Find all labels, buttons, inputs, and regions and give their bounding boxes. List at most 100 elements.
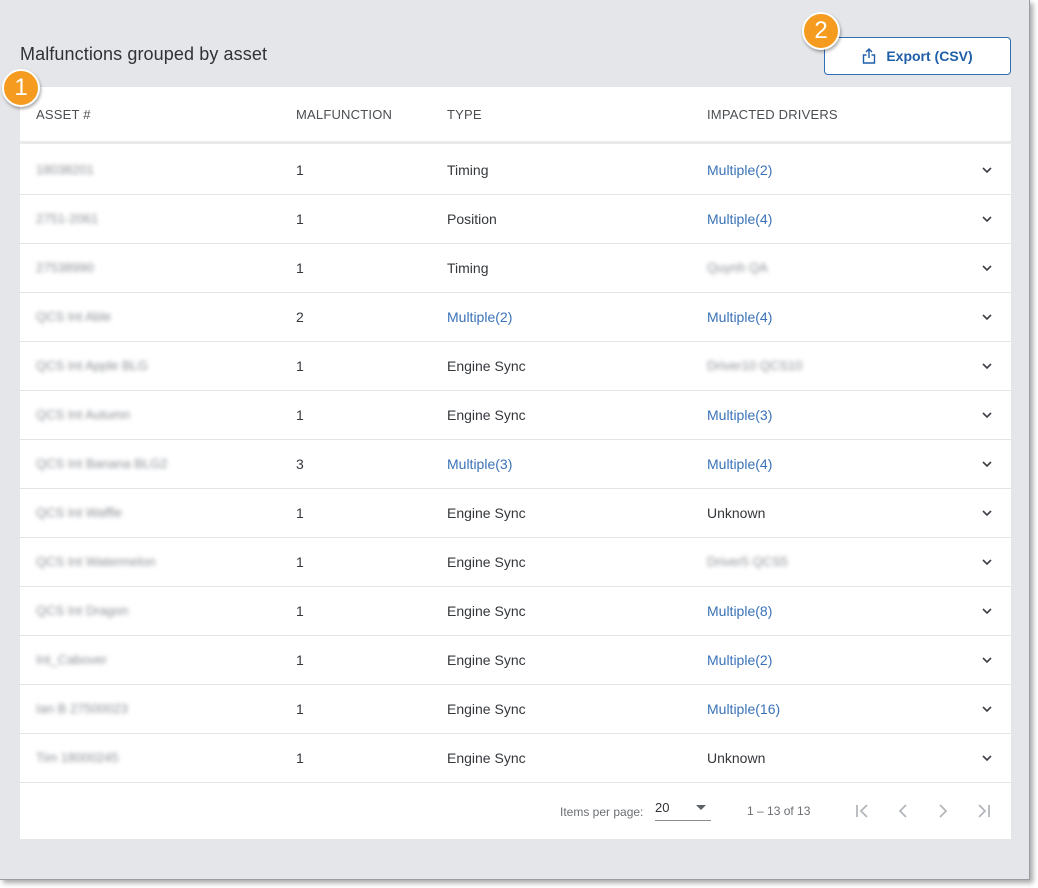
chevron-down-icon[interactable]: [981, 360, 993, 372]
items-per-page-value: 20: [655, 800, 670, 815]
first-page-icon[interactable]: [854, 802, 872, 820]
table-row[interactable]: QCS Int Waffle 1 Engine Sync Unknown: [20, 489, 1011, 538]
dropdown-caret-icon: [696, 805, 706, 810]
type-cell: Timing: [447, 260, 489, 276]
callout-badge-2: 2: [802, 12, 840, 50]
drivers-multiple-link[interactable]: Multiple(2): [707, 652, 772, 668]
drivers-multiple-link[interactable]: Multiple(8): [707, 603, 772, 619]
asset-id-cell: QCS Int Autumn: [36, 407, 130, 422]
drivers-cell: Unknown: [707, 505, 766, 521]
type-cell: Engine Sync: [447, 554, 526, 570]
export-icon: [863, 48, 876, 64]
asset-id-cell: QCS Int Watermelon: [36, 554, 156, 569]
header-impacted-drivers[interactable]: IMPACTED DRIVERS: [707, 107, 838, 122]
chevron-down-icon[interactable]: [981, 752, 993, 764]
asset-id-cell: 27538990: [36, 260, 94, 275]
asset-id-cell: Tim 18000245: [36, 750, 119, 765]
asset-id-cell: QCS Int Able: [36, 309, 112, 324]
chevron-down-icon[interactable]: [981, 409, 993, 421]
table-row[interactable]: QCS Int Banana BLG2 3 Multiple(3) Multiple(…: [20, 440, 1011, 489]
table-row[interactable]: 18038201 1 Timing Multiple(2): [20, 146, 1011, 195]
malfunction-count-cell: 1: [296, 652, 304, 668]
drivers-multiple-link[interactable]: Multiple(4): [707, 211, 772, 227]
table-row[interactable]: Int_Cabover 1 Engine Sync Multiple(2): [20, 636, 1011, 685]
drivers-multiple-link[interactable]: Multiple(4): [707, 309, 772, 325]
table-row[interactable]: QCS Int Apple BLG 1 Engine Sync Driver10 QC…: [20, 342, 1011, 391]
asset-id-cell: QCS Int Dragon: [36, 603, 129, 618]
drivers-cell: Unknown: [707, 750, 766, 766]
asset-id-cell: QCS Int Waffle: [36, 505, 122, 520]
export-csv-button[interactable]: Export (CSV): [824, 37, 1011, 75]
asset-id-cell: 18038201: [36, 162, 94, 177]
malfunction-count-cell: 1: [296, 358, 304, 374]
malfunction-count-cell: 1: [296, 407, 304, 423]
chevron-down-icon[interactable]: [981, 556, 993, 568]
last-page-icon[interactable]: [974, 802, 992, 820]
malfunction-count-cell: 1: [296, 211, 304, 227]
type-cell: Timing: [447, 162, 489, 178]
drivers-cell: Driver5 QCS5: [707, 554, 788, 569]
pagination-range: 1 – 13 of 13: [747, 804, 811, 818]
table-row[interactable]: QCS Int Dragon 1 Engine Sync Multiple(8): [20, 587, 1011, 636]
next-page-icon[interactable]: [934, 802, 952, 820]
drivers-multiple-link[interactable]: Multiple(3): [707, 407, 772, 423]
table-row[interactable]: 27538990 1 Timing Quynh QA: [20, 244, 1011, 293]
type-multiple-link[interactable]: Multiple(3): [447, 456, 512, 472]
malfunction-count-cell: 1: [296, 603, 304, 619]
table-row[interactable]: Tim 18000245 1 Engine Sync Unknown: [20, 734, 1011, 783]
chevron-down-icon[interactable]: [981, 605, 993, 617]
chevron-down-icon[interactable]: [981, 213, 993, 225]
table-row[interactable]: Ian B 27500023 1 Engine Sync Multiple(16): [20, 685, 1011, 734]
type-cell: Engine Sync: [447, 358, 526, 374]
header-asset[interactable]: ASSET #: [36, 107, 91, 122]
type-cell: Engine Sync: [447, 750, 526, 766]
chevron-down-icon[interactable]: [981, 458, 993, 470]
drivers-multiple-link[interactable]: Multiple(2): [707, 162, 772, 178]
drivers-cell: Driver10 QCS10: [707, 358, 803, 373]
chevron-down-icon[interactable]: [981, 311, 993, 323]
drivers-multiple-link[interactable]: Multiple(16): [707, 701, 780, 717]
malfunction-count-cell: 1: [296, 701, 304, 717]
app-frame: Malfunctions grouped by asset Export (CS…: [0, 0, 1030, 880]
asset-id-cell: Int_Cabover: [36, 652, 107, 667]
asset-id-cell: 2751-2061: [36, 211, 99, 226]
type-multiple-link[interactable]: Multiple(2): [447, 309, 512, 325]
callout-badge-1: 1: [2, 69, 40, 107]
chevron-down-icon[interactable]: [981, 654, 993, 666]
asset-id-cell: QCS Int Banana BLG2: [36, 456, 168, 471]
drivers-cell: Quynh QA: [707, 260, 768, 275]
items-per-page-label: Items per page:: [560, 805, 644, 819]
type-cell: Engine Sync: [447, 505, 526, 521]
table-row[interactable]: QCS Int Autumn 1 Engine Sync Multiple(3): [20, 391, 1011, 440]
malfunction-count-cell: 3: [296, 456, 304, 472]
header-malfunction[interactable]: MALFUNCTION: [296, 107, 392, 122]
type-cell: Engine Sync: [447, 652, 526, 668]
pagination: Items per page: 20 1 – 13 of 13: [20, 783, 1011, 839]
chevron-down-icon[interactable]: [981, 507, 993, 519]
chevron-down-icon[interactable]: [981, 703, 993, 715]
prev-page-icon[interactable]: [894, 802, 912, 820]
malfunction-count-cell: 1: [296, 162, 304, 178]
page-title: Malfunctions grouped by asset: [20, 44, 268, 64]
chevron-down-icon[interactable]: [981, 164, 993, 176]
table-row[interactable]: 2751-2061 1 Position Multiple(4): [20, 195, 1011, 244]
asset-id-cell: QCS Int Apple BLG: [36, 358, 149, 373]
table-row[interactable]: QCS Int Able 2 Multiple(2) Multiple(4): [20, 293, 1011, 342]
type-cell: Engine Sync: [447, 407, 526, 423]
items-per-page-select[interactable]: 20: [655, 798, 711, 821]
malfunctions-table: ASSET # MALFUNCTION TYPE IMPACTED DRIVER…: [20, 87, 1011, 839]
chevron-down-icon[interactable]: [981, 262, 993, 274]
type-cell: Position: [447, 211, 497, 227]
table-row[interactable]: QCS Int Watermelon 1 Engine Sync Driver5 QC…: [20, 538, 1011, 587]
export-button-label: Export (CSV): [886, 48, 973, 64]
malfunction-count-cell: 1: [296, 505, 304, 521]
type-cell: Engine Sync: [447, 603, 526, 619]
malfunction-count-cell: 1: [296, 260, 304, 276]
malfunction-count-cell: 1: [296, 554, 304, 570]
type-cell: Engine Sync: [447, 701, 526, 717]
asset-id-cell: Ian B 27500023: [36, 701, 128, 716]
drivers-multiple-link[interactable]: Multiple(4): [707, 456, 772, 472]
malfunction-count-cell: 2: [296, 309, 304, 325]
malfunction-count-cell: 1: [296, 750, 304, 766]
header-type[interactable]: TYPE: [447, 107, 482, 122]
